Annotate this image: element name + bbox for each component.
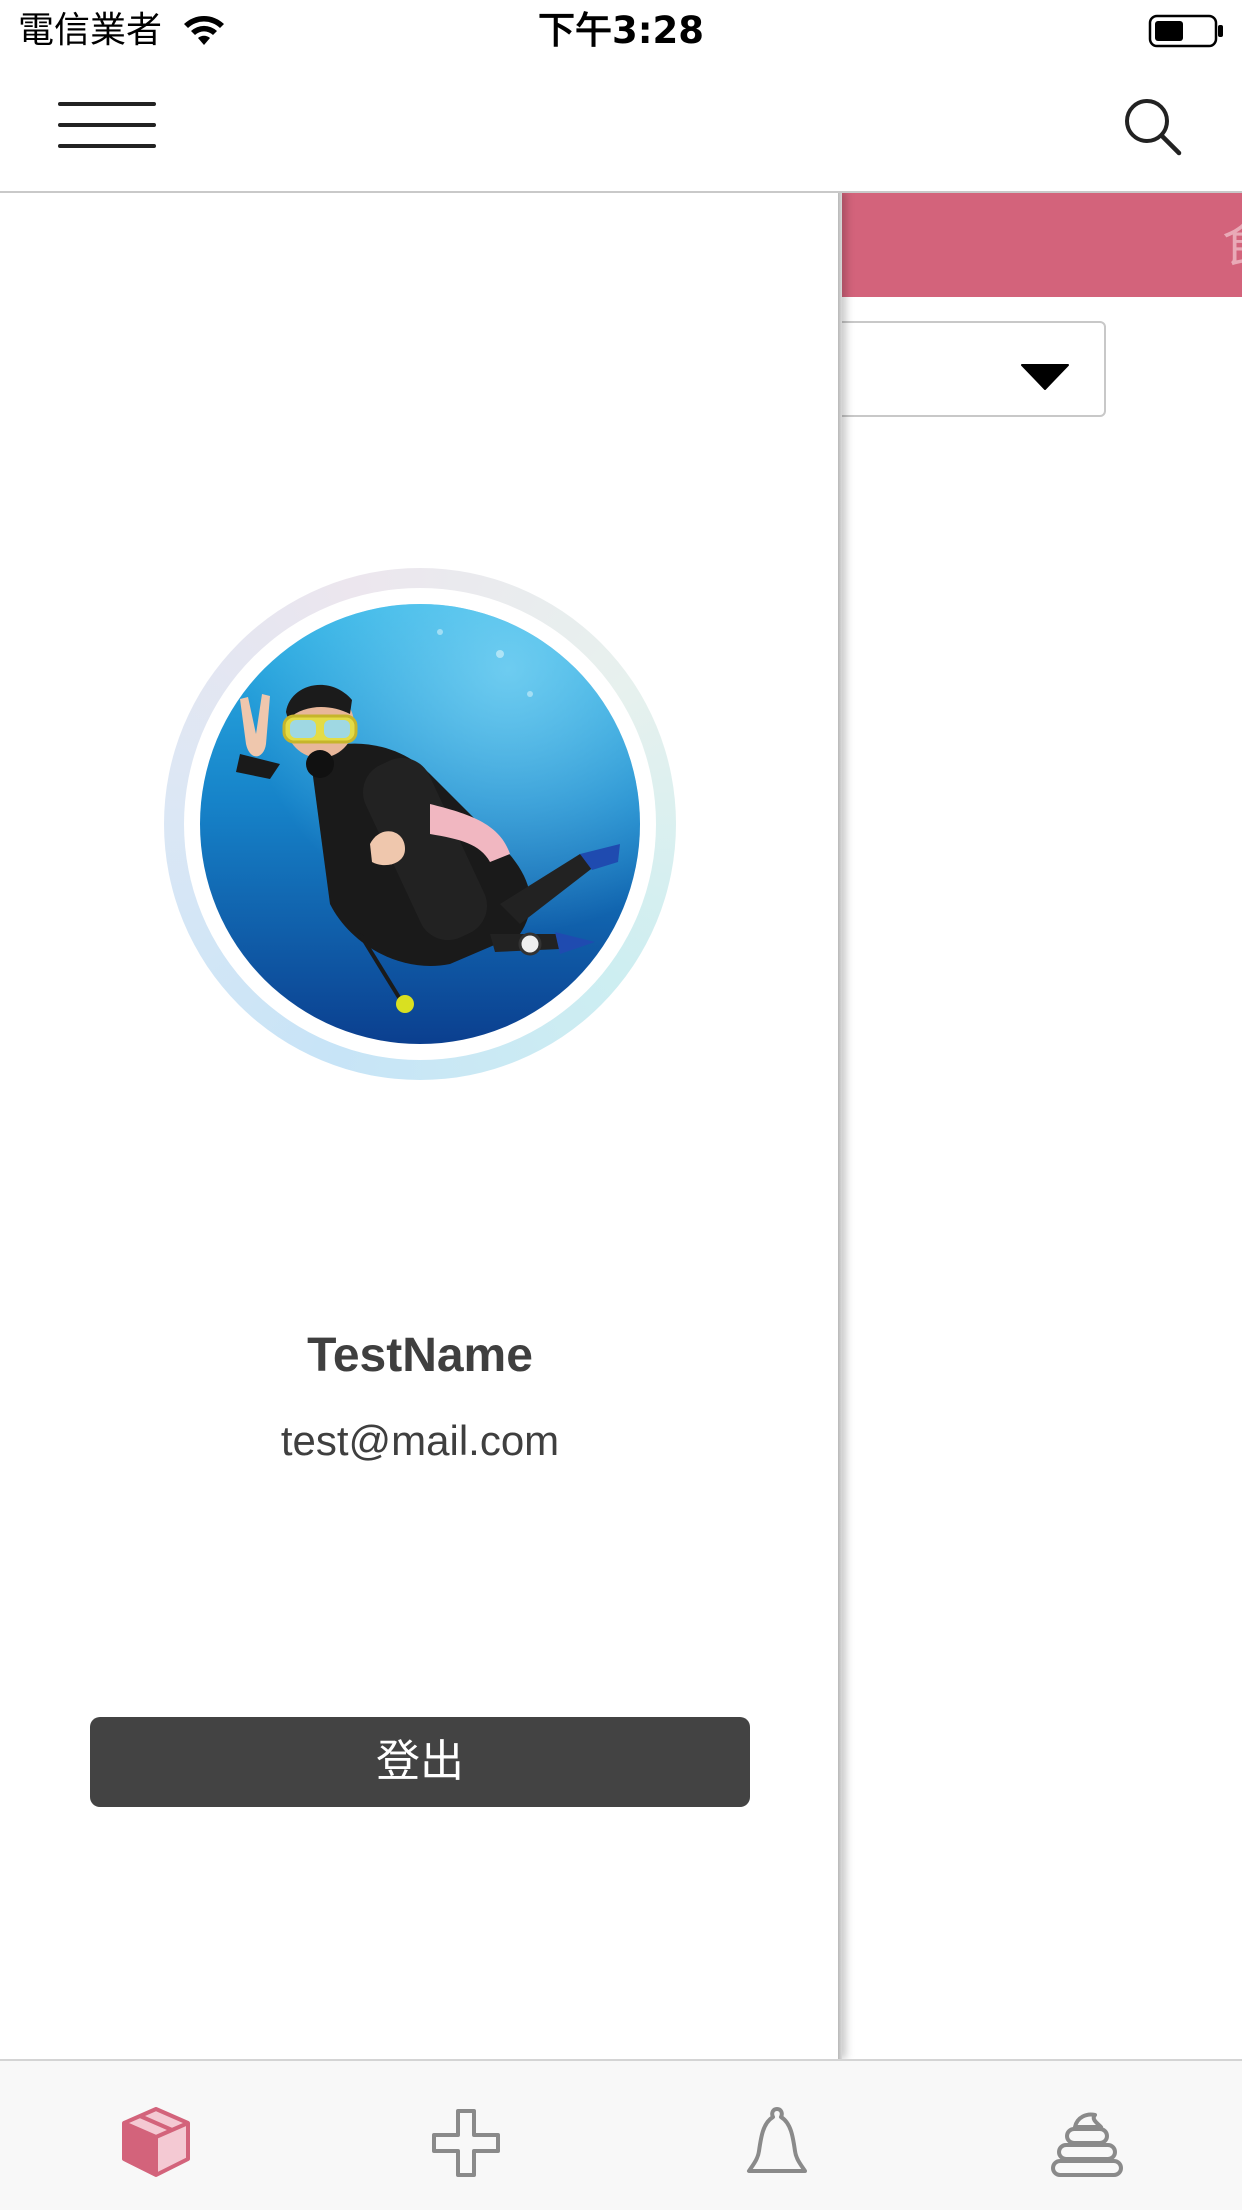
search-icon[interactable] [1122,96,1184,158]
category-banner-label: 食 [1222,215,1242,273]
status-bar: 電信業者 下午3:28 [0,0,1242,62]
drawer-divider [838,191,842,2059]
side-drawer: TestName test@mail.com 登出 [0,191,840,2059]
bell-icon[interactable] [737,2103,817,2183]
avatar[interactable] [164,568,676,1080]
logout-button[interactable]: 登出 [90,1717,750,1807]
avatar-photo [200,604,640,1044]
poop-icon[interactable] [1047,2103,1127,2183]
user-name: TestName [307,1329,533,1382]
status-time: 下午3:28 [537,9,705,52]
battery-icon [1148,14,1226,53]
chevron-down-icon [1021,364,1069,390]
tab-bar [0,2059,1242,2210]
nav-bar [0,62,1242,193]
plus-icon[interactable] [426,2103,506,2183]
box-icon[interactable] [116,2103,196,2183]
hamburger-menu-icon[interactable] [58,96,158,156]
user-email: test@mail.com [280,1417,560,1464]
